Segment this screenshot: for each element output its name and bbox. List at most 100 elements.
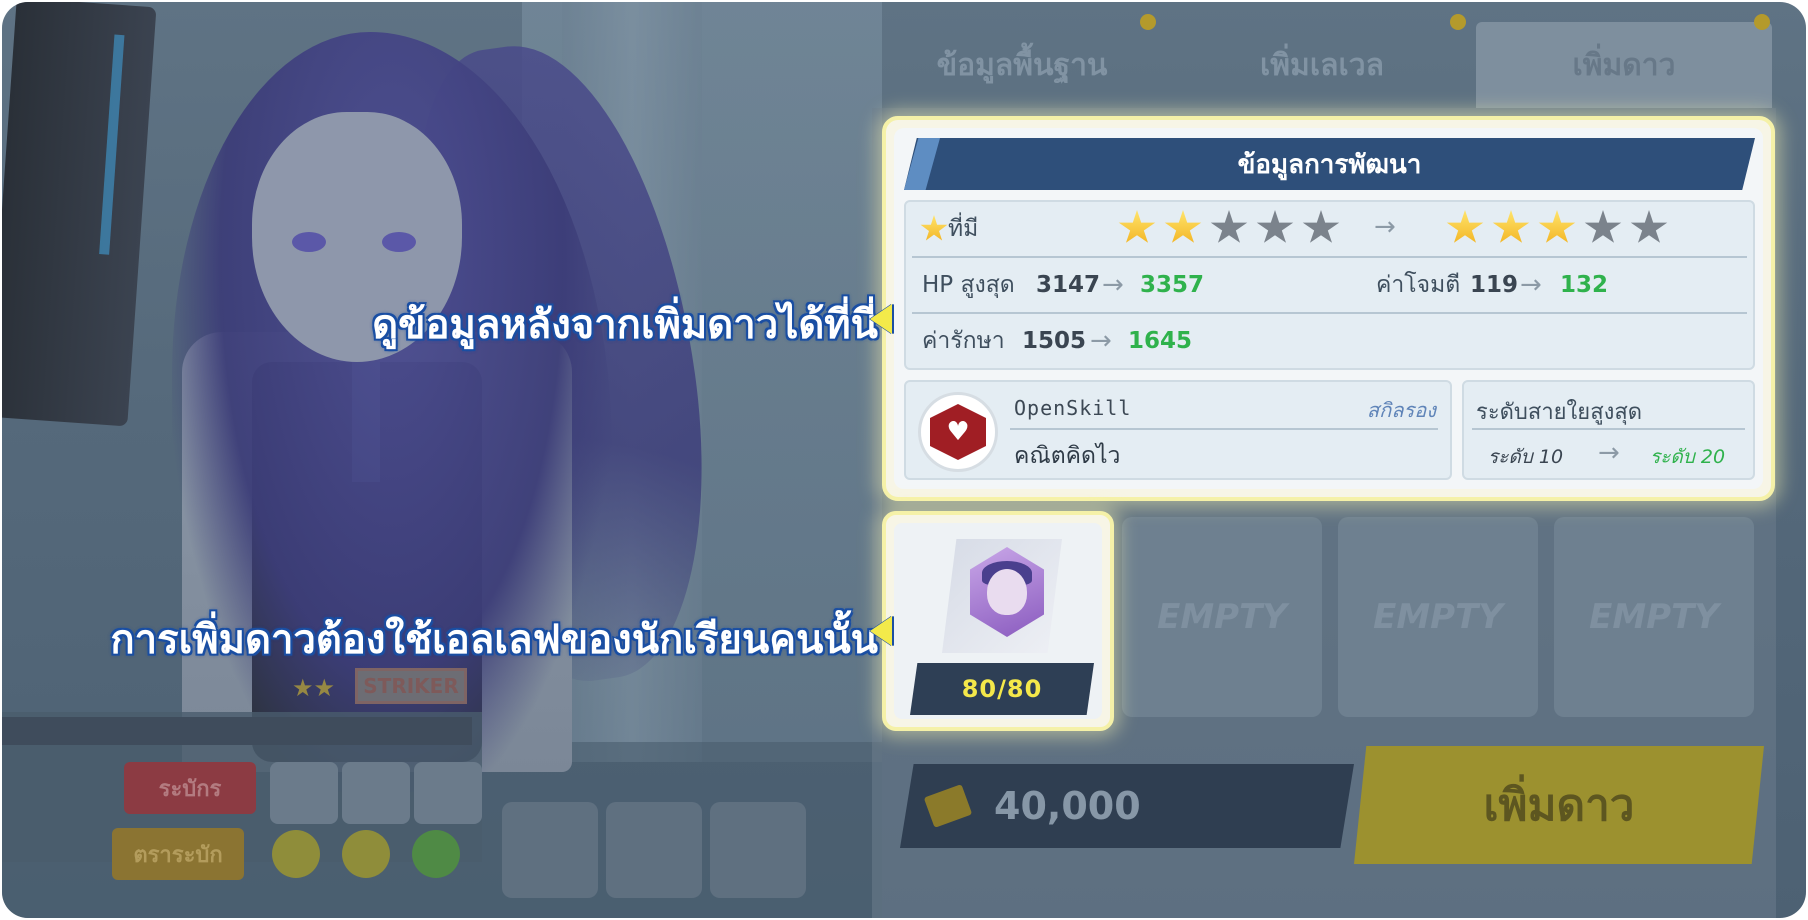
top-tabs: ข้อมูลพื้นฐาน เพิ่มเลเวล เพิ่มดาว bbox=[872, 14, 1776, 108]
tab-level-up[interactable]: เพิ่มเลเวล bbox=[1172, 22, 1472, 108]
heal-new-value: 1645 bbox=[1128, 328, 1193, 354]
exp-bar bbox=[2, 717, 472, 745]
eleph-hexagon-icon bbox=[970, 547, 1044, 637]
star-icon bbox=[920, 215, 948, 241]
mood-face-icon bbox=[342, 830, 390, 878]
character-eye-right bbox=[382, 232, 416, 252]
stars-before bbox=[1118, 210, 1340, 246]
profile-card-icon[interactable] bbox=[606, 802, 702, 898]
stars-after bbox=[1446, 210, 1668, 246]
rarity-star-icon: ★★ bbox=[292, 674, 336, 702]
star-empty-icon bbox=[1210, 210, 1248, 243]
skill-name: OpenSkill bbox=[1014, 396, 1132, 420]
role-badge-label: STRIKER bbox=[363, 674, 459, 698]
mood-face-icon bbox=[412, 830, 460, 878]
eleph-slot-empty[interactable]: EMPTY bbox=[1338, 517, 1538, 717]
heal-skill-icon: ♥ bbox=[930, 404, 986, 460]
favorite-button-label: ระบักร bbox=[158, 776, 222, 802]
tab-notify-dot bbox=[1450, 14, 1466, 30]
heal-label: ค่ารักษา bbox=[922, 328, 1005, 354]
tab-star-up-label: เพิ่มดาว bbox=[1572, 47, 1676, 83]
callout-pointer-icon bbox=[870, 616, 892, 646]
equipment-icon[interactable] bbox=[342, 762, 410, 824]
voice-icon[interactable] bbox=[710, 802, 806, 898]
tab-level-up-label: เพิ่มเลเวล bbox=[1260, 47, 1384, 83]
hp-atk-row: HP สูงสุด 3147 → 3357 ค่าโจมตี 119 → 132 bbox=[906, 258, 1753, 312]
skill-divider bbox=[1010, 428, 1438, 430]
star-filled-icon bbox=[1118, 210, 1156, 243]
empty-slot-label: EMPTY bbox=[1589, 597, 1719, 637]
skill-icon: ♥ bbox=[918, 392, 998, 472]
star-filled-icon bbox=[1446, 210, 1484, 243]
credit-cost: 40,000 bbox=[900, 764, 1354, 848]
equipment-icon[interactable] bbox=[270, 762, 338, 824]
lock-icon[interactable] bbox=[502, 802, 598, 898]
mood-face-icon bbox=[272, 830, 320, 878]
arrow-icon: → bbox=[1090, 326, 1112, 356]
role-badge: STRIKER bbox=[355, 668, 467, 704]
eleph-portrait-face bbox=[987, 569, 1027, 615]
eleph-slot-empty[interactable]: EMPTY bbox=[1122, 517, 1322, 717]
hp-new-value: 3357 bbox=[1140, 272, 1205, 298]
bond-title: ระดับสายใยสูงสุด bbox=[1476, 400, 1643, 425]
tab-notify-dot bbox=[1754, 14, 1770, 30]
character-rifle bbox=[2, 2, 157, 427]
development-info-title: ข้อมูลการพัฒนา bbox=[1237, 149, 1422, 180]
star-up-button-label: เพิ่มดาว bbox=[1483, 780, 1635, 831]
arrow-icon: → bbox=[1520, 270, 1542, 300]
eleph-image bbox=[942, 539, 1062, 653]
star-row-label: ที่มี bbox=[948, 216, 979, 242]
bond-to: ระดับ 20 bbox=[1650, 446, 1726, 468]
development-info-card: ข้อมูลการพัฒนา ที่มี → HP สูงสุด 3147 → … bbox=[882, 116, 1775, 501]
credit-cost-value: 40,000 bbox=[994, 784, 1141, 828]
callout-pointer-icon bbox=[870, 304, 892, 334]
empty-slot-label: EMPTY bbox=[1373, 597, 1503, 637]
skill-box: ♥ OpenSkill สกิลรอง คณิตคิดไว bbox=[904, 380, 1452, 480]
atk-new-value: 132 bbox=[1560, 272, 1609, 298]
rifle-accent bbox=[99, 34, 125, 255]
bond-from: ระดับ 10 bbox=[1488, 446, 1564, 468]
eleph-slot-empty[interactable]: EMPTY bbox=[1554, 517, 1754, 717]
star-empty-icon bbox=[1302, 210, 1340, 243]
star-empty-icon bbox=[1584, 210, 1622, 243]
tab-basic-info-label: ข้อมูลพื้นฐาน bbox=[936, 47, 1108, 83]
bond-level-box: ระดับสายใยสูงสุด ระดับ 10 → ระดับ 20 bbox=[1462, 380, 1755, 480]
favorite-button[interactable]: ระบักร bbox=[124, 762, 256, 814]
relationship-button[interactable]: ตราระบัก bbox=[112, 828, 244, 880]
tab-basic-info[interactable]: ข้อมูลพื้นฐาน bbox=[872, 22, 1172, 108]
star-row: ที่มี → bbox=[906, 202, 1753, 256]
eleph-count: 80/80 bbox=[910, 663, 1094, 715]
stats-box: ที่มี → HP สูงสุด 3147 → 3357 ค่าโจมตี 1… bbox=[904, 200, 1755, 370]
tab-star-up[interactable]: เพิ่มดาว bbox=[1476, 22, 1772, 108]
relationship-button-label: ตราระบัก bbox=[133, 842, 223, 868]
star-filled-icon bbox=[1164, 210, 1202, 243]
skill-description: คณิตคิดไว bbox=[1014, 443, 1121, 469]
heal-row: ค่ารักษา 1505 → 1645 bbox=[906, 314, 1753, 368]
development-info-header: ข้อมูลการพัฒนา bbox=[904, 138, 1755, 190]
equipment-icon[interactable] bbox=[414, 762, 482, 824]
arrow-icon: → bbox=[1374, 212, 1396, 242]
callout-eleph-required: การเพิ่มดาวต้องใช้เอลเลฟของนักเรียนคนนั้… bbox=[110, 607, 878, 671]
callout-view-info-text: ดูข้อมูลหลังจากเพิ่มดาวได้ที่นี่ bbox=[372, 302, 878, 348]
heal-old-value: 1505 bbox=[1022, 328, 1087, 354]
skill-type: สกิลรอง bbox=[1366, 398, 1436, 422]
eleph-count-value: 80/80 bbox=[961, 675, 1043, 703]
arrow-icon: → bbox=[1598, 438, 1620, 468]
callout-eleph-required-text: การเพิ่มดาวต้องใช้เอลเลฟของนักเรียนคนนั้… bbox=[110, 617, 878, 663]
star-up-button[interactable]: เพิ่มดาว bbox=[1354, 746, 1764, 864]
hp-label: HP สูงสุด bbox=[922, 272, 1015, 298]
arrow-icon: → bbox=[1102, 270, 1124, 300]
empty-slot-label: EMPTY bbox=[1157, 597, 1287, 637]
credit-icon bbox=[923, 784, 973, 828]
heart-icon: ♥ bbox=[946, 417, 970, 447]
star-empty-icon bbox=[1630, 210, 1668, 243]
character-eye-left bbox=[292, 232, 326, 252]
callout-view-info: ดูข้อมูลหลังจากเพิ่มดาวได้ที่นี่ bbox=[372, 292, 878, 356]
eleph-slot[interactable]: 80/80 bbox=[882, 511, 1114, 731]
star-filled-icon bbox=[1538, 210, 1576, 243]
tab-notify-dot bbox=[1140, 14, 1156, 30]
star-filled-icon bbox=[1492, 210, 1530, 243]
hp-old-value: 3147 bbox=[1036, 272, 1101, 298]
star-empty-icon bbox=[1256, 210, 1294, 243]
eleph-slot-inner: 80/80 bbox=[894, 523, 1102, 719]
